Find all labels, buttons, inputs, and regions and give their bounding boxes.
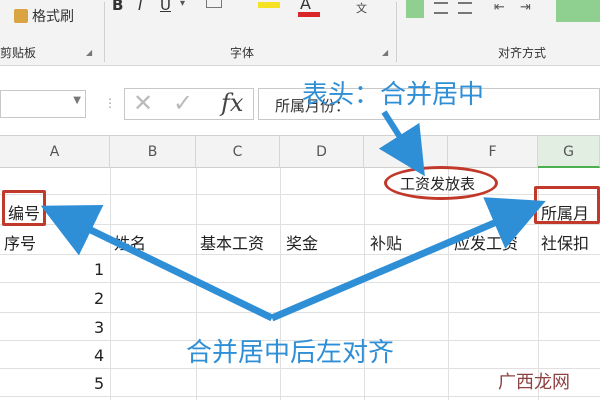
row-number-cell[interactable]: 1	[94, 260, 104, 279]
highlight-ellipse-title	[384, 166, 498, 200]
confirm-icon[interactable]: ✓	[173, 89, 193, 117]
underline-button[interactable]: U	[160, 0, 171, 14]
header-cell-f[interactable]: 应发工资	[454, 230, 518, 254]
column-header-bar: A B C D E F G	[0, 136, 600, 168]
row-number-cell[interactable]: 2	[94, 289, 104, 308]
outdent-icon[interactable]: ⇥	[520, 0, 531, 15]
borders-icon[interactable]	[206, 0, 222, 8]
phonetic-icon[interactable]: 文	[356, 0, 367, 16]
header-cell-a[interactable]: 序号	[4, 230, 36, 254]
column-header-g[interactable]: G	[538, 136, 600, 168]
grid-row	[0, 194, 600, 195]
highlight-box-g2	[534, 186, 600, 224]
column-header-b[interactable]: B	[110, 136, 196, 168]
grid-row	[0, 282, 600, 283]
grid-column-line	[448, 168, 449, 400]
column-header-e[interactable]: E	[364, 136, 448, 168]
grid-column-line	[110, 168, 111, 400]
header-cell-d[interactable]: 奖金	[286, 230, 318, 254]
insert-function-icon[interactable]: fx	[221, 89, 243, 117]
grid-row	[0, 254, 600, 255]
cancel-icon[interactable]: ✕	[133, 89, 153, 117]
ribbon: 格式刷 剪贴板 ◢ B I U ▾ A 文 字体 ◢ ⇤ ⇥ 对齐方式	[0, 0, 600, 66]
annotation-top: 表头：合并居中	[302, 80, 485, 110]
annotation-bottom: 合并居中后左对齐	[186, 338, 395, 368]
row-number-cell[interactable]: 3	[94, 318, 104, 337]
row-number-cell[interactable]: 5	[94, 374, 104, 393]
align-center-icon[interactable]	[434, 2, 448, 14]
font-color-bar	[298, 12, 320, 17]
merge-center-icon[interactable]	[556, 0, 600, 22]
indent-icon[interactable]: ⇤	[494, 0, 505, 15]
separator	[396, 2, 397, 62]
paintbrush-icon	[14, 9, 28, 23]
formula-bar: ▼ ⋮ ✕ ✓ fx 所属月份：	[0, 66, 600, 136]
dialog-launcher-icon[interactable]: ◢	[382, 48, 388, 57]
font-group-label: 字体	[230, 46, 255, 60]
format-painter-label: 格式刷	[32, 9, 74, 25]
header-cell-c[interactable]: 基本工资	[200, 230, 264, 254]
dialog-launcher-icon[interactable]: ◢	[86, 48, 92, 57]
grid-row	[0, 396, 600, 397]
fill-color-icon[interactable]	[258, 2, 280, 8]
format-painter-button[interactable]: 格式刷	[14, 6, 74, 26]
align-left-icon[interactable]	[406, 0, 424, 18]
formula-controls: ✕ ✓ fx	[124, 88, 254, 120]
highlight-box-a2	[2, 190, 46, 226]
column-header-d[interactable]: D	[280, 136, 364, 168]
grid-row	[0, 312, 600, 313]
name-box[interactable]: ▼	[0, 90, 86, 118]
row-number-cell[interactable]: 4	[94, 346, 104, 365]
watermark: 广西龙网	[498, 372, 570, 393]
drag-handle-icon[interactable]: ⋮	[104, 96, 116, 110]
clipboard-group-label: 剪贴板	[0, 46, 37, 60]
chevron-down-icon[interactable]: ▾	[180, 0, 185, 9]
chevron-down-icon[interactable]: ▼	[73, 95, 81, 106]
column-header-a[interactable]: A	[0, 136, 110, 168]
grid-row	[0, 224, 600, 225]
separator	[104, 2, 105, 62]
header-cell-e[interactable]: 补贴	[370, 230, 402, 254]
header-cell-b[interactable]: 姓名	[114, 230, 146, 254]
bold-button[interactable]: B	[112, 0, 123, 14]
align-right-icon[interactable]	[458, 2, 472, 14]
italic-button[interactable]: I	[138, 0, 142, 14]
header-cell-g[interactable]: 社保扣	[541, 230, 589, 254]
column-header-c[interactable]: C	[196, 136, 280, 168]
align-group-label: 对齐方式	[498, 46, 547, 60]
column-header-f[interactable]: F	[448, 136, 538, 168]
